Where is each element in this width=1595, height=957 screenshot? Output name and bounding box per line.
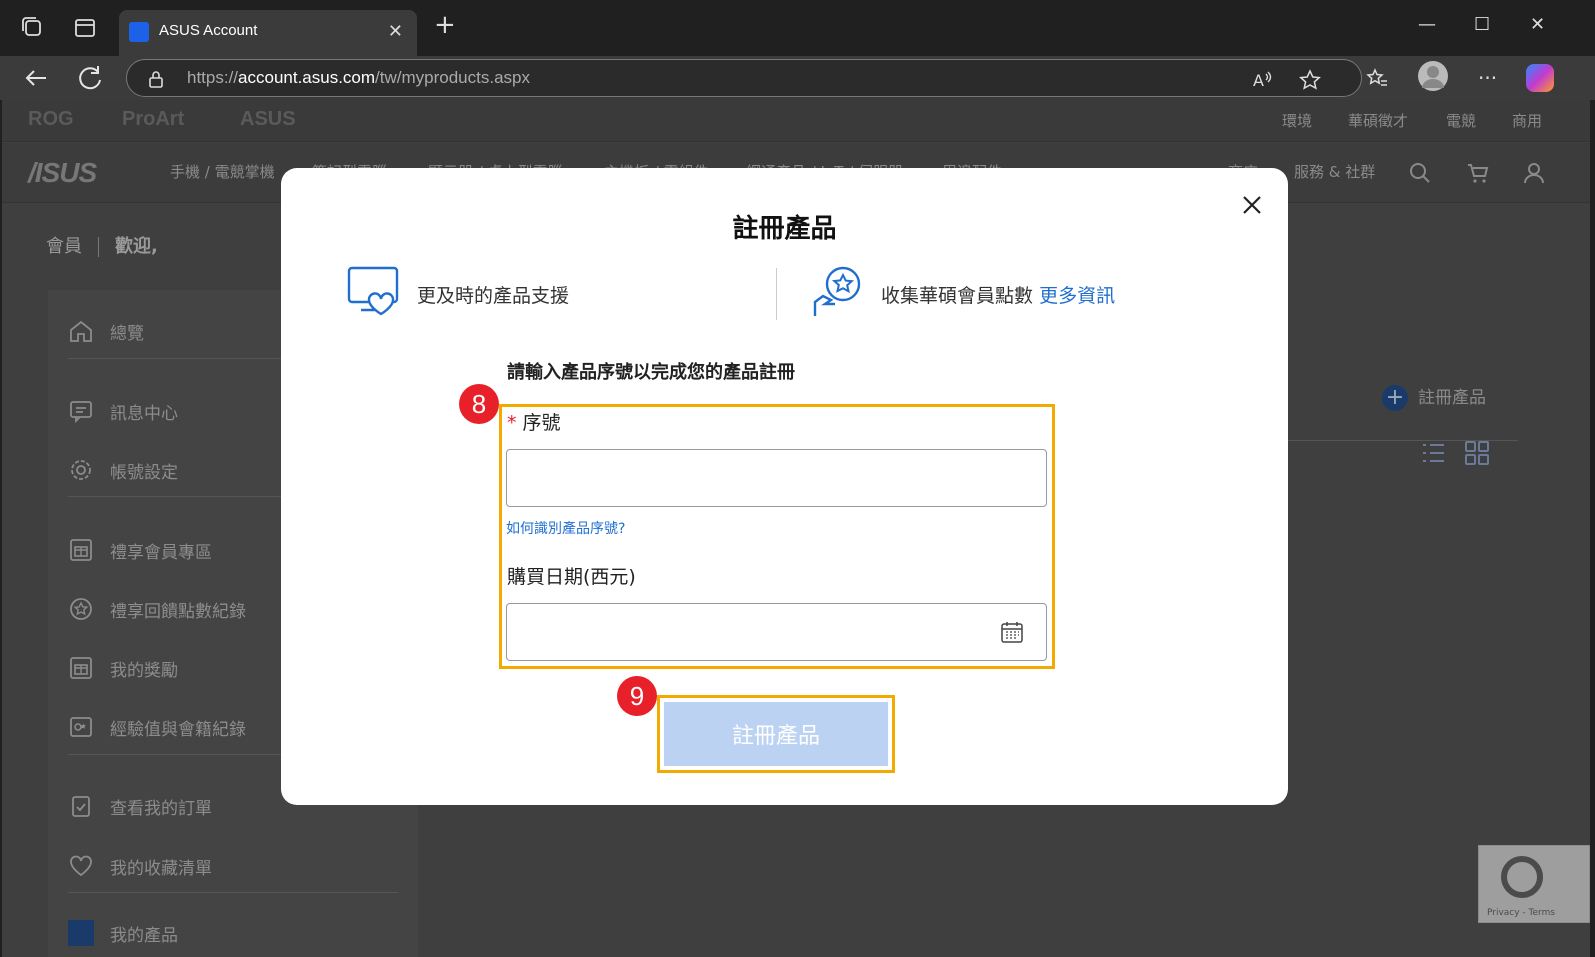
calendar-icon[interactable] [1000,620,1024,644]
breadcrumb: 會員 歡迎, [46,232,158,258]
gift-icon [70,539,92,561]
close-window-button[interactable]: ✕ [1530,14,1545,35]
address-bar-row: https://account.asus.com/tw/myproducts.a… [0,56,1595,100]
minimize-button[interactable]: — [1418,14,1436,35]
top-link-environment[interactable]: 環境 [1282,110,1312,131]
search-icon[interactable] [1408,161,1432,185]
user-silhouette-icon [1422,66,1444,88]
lock-icon[interactable] [147,70,165,88]
favorites-list-icon[interactable] [1366,67,1388,89]
serial-help-link[interactable]: 如何識別產品序號? [506,518,625,538]
message-icon [70,401,92,424]
nav-phones[interactable]: 手機 / 電競掌機 [170,161,275,182]
gear-icon [71,460,91,480]
workspaces-icon[interactable] [20,15,46,41]
recaptcha-badge[interactable]: Privacy - Terms [1478,845,1590,923]
purchase-date-input[interactable] [506,603,1047,661]
top-link-gaming[interactable]: 電競 [1446,110,1476,131]
purchase-date-label: 購買日期(西元) [507,566,636,588]
star-circle-icon [70,598,92,620]
new-tab-button[interactable]: + [434,12,456,38]
maximize-button[interactable]: ☐ [1474,14,1490,35]
favorite-star-icon[interactable] [1299,69,1321,91]
more-options-icon[interactable]: ··· [1478,66,1497,90]
refresh-icon[interactable] [74,62,106,94]
url-text: https://account.asus.com/tw/myproducts.a… [187,68,530,87]
product-icon [68,920,94,946]
rog-brand-link[interactable]: ROG [28,108,74,131]
read-aloud-icon[interactable]: A [1251,69,1273,91]
tab-title: ASUS Account [159,22,258,39]
tab-actions-icon[interactable] [72,15,98,41]
instruction-text: 請輸入產品序號以完成您的產品註冊 [507,362,795,383]
step-badge-9: 9 [617,676,657,716]
register-product-button[interactable]: 註冊產品 [664,702,888,766]
serial-number-label: * 序號 [507,412,561,434]
modal-title: 註冊產品 [732,214,837,244]
add-product-button[interactable]: + 註冊產品 [1382,383,1486,411]
asus-brand-link[interactable]: ASUS [240,108,296,131]
recaptcha-icon [1501,856,1543,898]
heart-icon [70,855,92,877]
breadcrumb-member[interactable]: 會員 [46,236,82,257]
brand-bar: ROG ProArt ASUS 環境 華碩徵才 電競 商用 [2,100,1590,142]
profile-avatar[interactable] [1418,61,1448,91]
asus-logo[interactable]: /ISUS [28,157,97,189]
grid-view-icon[interactable] [1464,440,1490,466]
benefit-divider [776,268,777,320]
tab-asus-account[interactable]: ASUS Account ✕ [119,10,417,56]
browser-window: ASUS Account ✕ + — ☐ ✕ https://account.a… [0,0,1595,957]
nav-support[interactable]: 服務 & 社群 [1294,161,1375,182]
experience-icon [70,717,92,737]
home-icon [70,320,92,342]
copilot-icon[interactable] [1526,64,1554,92]
reward-gift-icon [70,657,92,679]
cart-icon[interactable] [1466,161,1490,185]
top-link-business[interactable]: 商用 [1512,110,1542,131]
hand-star-icon [813,266,861,316]
more-info-link[interactable]: 更多資訊 [1039,285,1115,307]
asus-favicon-icon [129,22,149,42]
plus-circle-icon: + [1382,385,1408,411]
register-product-modal: 註冊產品 更及時的產品支援 收集華碩會員點數 更多資訊 請輸入產品序號以完成您的… [281,168,1288,805]
welcome-text: 歡迎, [115,236,158,257]
list-view-icon[interactable] [1420,440,1446,466]
required-asterisk: * [507,412,517,434]
address-bar[interactable]: https://account.asus.com/tw/myproducts.a… [126,59,1362,97]
top-link-careers[interactable]: 華碩徵才 [1348,110,1408,131]
proart-brand-link[interactable]: ProArt [122,108,184,131]
svg-text:A: A [1253,71,1264,90]
close-tab-icon[interactable]: ✕ [388,21,403,42]
account-icon[interactable] [1522,161,1546,185]
tab-strip: ASUS Account ✕ + — ☐ ✕ [0,0,1595,56]
back-icon[interactable] [20,62,52,94]
benefit-support-text: 更及時的產品支援 [417,285,570,307]
serial-number-input[interactable] [506,449,1047,507]
monitor-heart-icon [347,266,399,316]
step-badge-8: 8 [459,384,499,424]
benefit-points-text: 收集華碩會員點數 更多資訊 [881,285,1116,307]
order-clipboard-icon [72,796,90,817]
